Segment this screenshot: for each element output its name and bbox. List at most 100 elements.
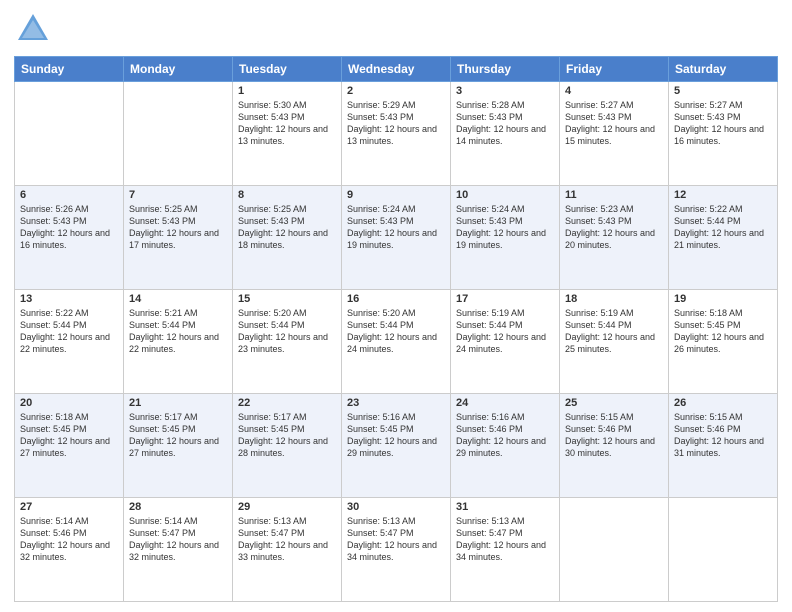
weekday-tuesday: Tuesday <box>233 57 342 82</box>
day-info: Sunrise: 5:15 AMSunset: 5:46 PMDaylight:… <box>674 411 772 460</box>
day-number: 21 <box>129 397 227 409</box>
day-info: Sunrise: 5:25 AMSunset: 5:43 PMDaylight:… <box>238 203 336 252</box>
calendar-day-13: 13 Sunrise: 5:22 AMSunset: 5:44 PMDayligh… <box>15 290 124 394</box>
calendar-empty-cell <box>124 82 233 186</box>
calendar-day-24: 24 Sunrise: 5:16 AMSunset: 5:46 PMDayligh… <box>451 394 560 498</box>
calendar-day-8: 8 Sunrise: 5:25 AMSunset: 5:43 PMDaylight… <box>233 186 342 290</box>
calendar-day-30: 30 Sunrise: 5:13 AMSunset: 5:47 PMDayligh… <box>342 498 451 602</box>
day-number: 30 <box>347 501 445 513</box>
day-info: Sunrise: 5:17 AMSunset: 5:45 PMDaylight:… <box>129 411 227 460</box>
day-number: 8 <box>238 189 336 201</box>
day-number: 15 <box>238 293 336 305</box>
day-info: Sunrise: 5:13 AMSunset: 5:47 PMDaylight:… <box>238 515 336 564</box>
day-number: 17 <box>456 293 554 305</box>
day-number: 25 <box>565 397 663 409</box>
day-info: Sunrise: 5:24 AMSunset: 5:43 PMDaylight:… <box>456 203 554 252</box>
calendar-day-26: 26Sunrise: 5:15 AMSunset: 5:46 PMDayligh… <box>669 394 778 498</box>
day-number: 23 <box>347 397 445 409</box>
weekday-monday: Monday <box>124 57 233 82</box>
day-info: Sunrise: 5:24 AMSunset: 5:43 PMDaylight:… <box>347 203 445 252</box>
day-info: Sunrise: 5:18 AMSunset: 5:45 PMDaylight:… <box>20 411 118 460</box>
calendar-day-25: 25 Sunrise: 5:15 AMSunset: 5:46 PMDayligh… <box>560 394 669 498</box>
day-info: Sunrise: 5:22 AMSunset: 5:44 PMDaylight:… <box>20 307 118 356</box>
day-number: 29 <box>238 501 336 513</box>
calendar-day-7: 7 Sunrise: 5:25 AMSunset: 5:43 PMDaylight… <box>124 186 233 290</box>
day-number: 6 <box>20 189 118 201</box>
calendar-day-11: 11Sunrise: 5:23 AMSunset: 5:43 PMDayligh… <box>560 186 669 290</box>
calendar-day-19: 19 Sunrise: 5:18 AMSunset: 5:45 PMDayligh… <box>669 290 778 394</box>
calendar-day-5: 5 Sunrise: 5:27 AMSunset: 5:43 PMDaylight… <box>669 82 778 186</box>
calendar-week-1: 1 Sunrise: 5:30 AMSunset: 5:43 PMDaylight… <box>15 82 778 186</box>
weekday-saturday: Saturday <box>669 57 778 82</box>
calendar-week-5: 27 Sunrise: 5:14 AMSunset: 5:46 PMDayligh… <box>15 498 778 602</box>
weekday-friday: Friday <box>560 57 669 82</box>
day-number: 31 <box>456 501 554 513</box>
calendar-week-4: 20 Sunrise: 5:18 AMSunset: 5:45 PMDayligh… <box>15 394 778 498</box>
day-info: Sunrise: 5:27 AMSunset: 5:43 PMDaylight:… <box>674 99 772 148</box>
day-number: 13 <box>20 293 118 305</box>
day-number: 18 <box>565 293 663 305</box>
day-number: 3 <box>456 85 554 97</box>
day-info: Sunrise: 5:19 AMSunset: 5:44 PMDaylight:… <box>565 307 663 356</box>
calendar-week-2: 6Sunrise: 5:26 AMSunset: 5:43 PMDaylight… <box>15 186 778 290</box>
day-info: Sunrise: 5:14 AMSunset: 5:46 PMDaylight:… <box>20 515 118 564</box>
calendar-day-29: 29 Sunrise: 5:13 AMSunset: 5:47 PMDayligh… <box>233 498 342 602</box>
calendar-day-23: 23Sunrise: 5:16 AMSunset: 5:45 PMDayligh… <box>342 394 451 498</box>
day-number: 19 <box>674 293 772 305</box>
calendar-day-31: 31 Sunrise: 5:13 AMSunset: 5:47 PMDayligh… <box>451 498 560 602</box>
day-info: Sunrise: 5:14 AMSunset: 5:47 PMDaylight:… <box>129 515 227 564</box>
day-number: 22 <box>238 397 336 409</box>
calendar-day-12: 12 Sunrise: 5:22 AMSunset: 5:44 PMDayligh… <box>669 186 778 290</box>
day-number: 28 <box>129 501 227 513</box>
calendar-day-4: 4 Sunrise: 5:27 AMSunset: 5:43 PMDaylight… <box>560 82 669 186</box>
calendar-day-15: 15Sunrise: 5:20 AMSunset: 5:44 PMDayligh… <box>233 290 342 394</box>
calendar-empty-cell <box>15 82 124 186</box>
day-info: Sunrise: 5:27 AMSunset: 5:43 PMDaylight:… <box>565 99 663 148</box>
calendar-empty-cell <box>560 498 669 602</box>
day-number: 7 <box>129 189 227 201</box>
day-number: 12 <box>674 189 772 201</box>
day-info: Sunrise: 5:19 AMSunset: 5:44 PMDaylight:… <box>456 307 554 356</box>
calendar-day-9: 9 Sunrise: 5:24 AMSunset: 5:43 PMDaylight… <box>342 186 451 290</box>
day-info: Sunrise: 5:22 AMSunset: 5:44 PMDaylight:… <box>674 203 772 252</box>
calendar-day-22: 22 Sunrise: 5:17 AMSunset: 5:45 PMDayligh… <box>233 394 342 498</box>
weekday-wednesday: Wednesday <box>342 57 451 82</box>
day-info: Sunrise: 5:16 AMSunset: 5:46 PMDaylight:… <box>456 411 554 460</box>
calendar-day-27: 27 Sunrise: 5:14 AMSunset: 5:46 PMDayligh… <box>15 498 124 602</box>
day-info: Sunrise: 5:13 AMSunset: 5:47 PMDaylight:… <box>456 515 554 564</box>
day-info: Sunrise: 5:20 AMSunset: 5:44 PMDaylight:… <box>347 307 445 356</box>
logo <box>14 10 52 48</box>
day-number: 5 <box>674 85 772 97</box>
calendar-day-18: 18 Sunrise: 5:19 AMSunset: 5:44 PMDayligh… <box>560 290 669 394</box>
day-info: Sunrise: 5:13 AMSunset: 5:47 PMDaylight:… <box>347 515 445 564</box>
page: SundayMondayTuesdayWednesdayThursdayFrid… <box>0 0 792 612</box>
day-info: Sunrise: 5:15 AMSunset: 5:46 PMDaylight:… <box>565 411 663 460</box>
calendar-day-17: 17 Sunrise: 5:19 AMSunset: 5:44 PMDayligh… <box>451 290 560 394</box>
calendar-day-20: 20 Sunrise: 5:18 AMSunset: 5:45 PMDayligh… <box>15 394 124 498</box>
day-number: 2 <box>347 85 445 97</box>
day-number: 1 <box>238 85 336 97</box>
header <box>14 10 778 48</box>
calendar-day-1: 1 Sunrise: 5:30 AMSunset: 5:43 PMDaylight… <box>233 82 342 186</box>
day-info: Sunrise: 5:18 AMSunset: 5:45 PMDaylight:… <box>674 307 772 356</box>
day-number: 24 <box>456 397 554 409</box>
calendar-week-3: 13 Sunrise: 5:22 AMSunset: 5:44 PMDayligh… <box>15 290 778 394</box>
weekday-thursday: Thursday <box>451 57 560 82</box>
day-number: 4 <box>565 85 663 97</box>
calendar-day-14: 14Sunrise: 5:21 AMSunset: 5:44 PMDayligh… <box>124 290 233 394</box>
day-number: 27 <box>20 501 118 513</box>
day-info: Sunrise: 5:17 AMSunset: 5:45 PMDaylight:… <box>238 411 336 460</box>
day-number: 9 <box>347 189 445 201</box>
calendar-day-16: 16Sunrise: 5:20 AMSunset: 5:44 PMDayligh… <box>342 290 451 394</box>
day-info: Sunrise: 5:28 AMSunset: 5:43 PMDaylight:… <box>456 99 554 148</box>
weekday-header-row: SundayMondayTuesdayWednesdayThursdayFrid… <box>15 57 778 82</box>
day-info: Sunrise: 5:30 AMSunset: 5:43 PMDaylight:… <box>238 99 336 148</box>
day-info: Sunrise: 5:23 AMSunset: 5:43 PMDaylight:… <box>565 203 663 252</box>
calendar-day-3: 3 Sunrise: 5:28 AMSunset: 5:43 PMDaylight… <box>451 82 560 186</box>
calendar-day-28: 28 Sunrise: 5:14 AMSunset: 5:47 PMDayligh… <box>124 498 233 602</box>
day-info: Sunrise: 5:25 AMSunset: 5:43 PMDaylight:… <box>129 203 227 252</box>
calendar-day-10: 10Sunrise: 5:24 AMSunset: 5:43 PMDayligh… <box>451 186 560 290</box>
day-number: 20 <box>20 397 118 409</box>
calendar-day-6: 6Sunrise: 5:26 AMSunset: 5:43 PMDaylight… <box>15 186 124 290</box>
calendar-day-2: 2Sunrise: 5:29 AMSunset: 5:43 PMDaylight… <box>342 82 451 186</box>
